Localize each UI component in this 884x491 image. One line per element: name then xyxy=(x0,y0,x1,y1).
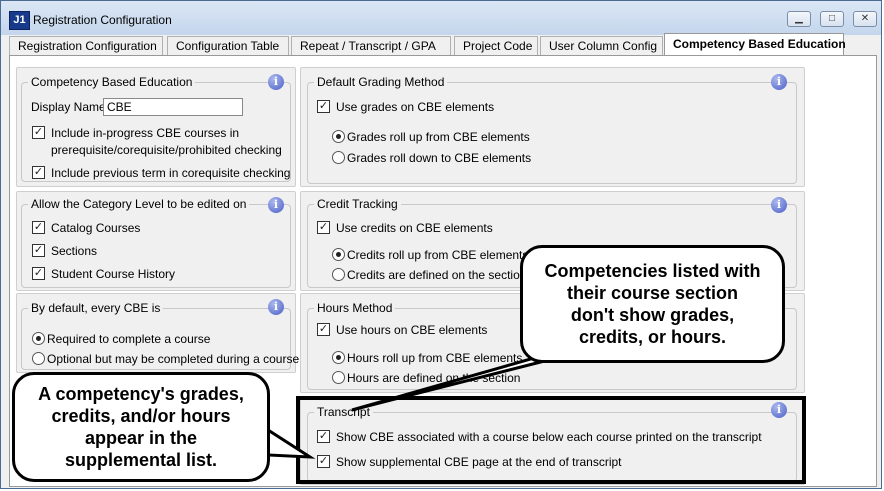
tab-configuration-table[interactable]: Configuration Table xyxy=(167,36,289,55)
grades-roll-down-label: Grades roll down to CBE elements xyxy=(347,151,532,165)
grades-roll-up-label: Grades roll up from CBE elements xyxy=(347,130,530,144)
inprogress-label-line2: prerequisite/corequisite/prohibited chec… xyxy=(51,143,282,157)
sections-checkbox[interactable]: ✓ xyxy=(32,244,45,257)
cbe-info-icon[interactable]: i xyxy=(268,74,284,90)
grading-panel: Default Grading Method i ✓ Use grades on… xyxy=(300,67,805,187)
app-logo-icon: J1 xyxy=(9,11,30,30)
display-name-label: Display Name: xyxy=(31,100,110,114)
use-grades-checkbox[interactable]: ✓ xyxy=(317,100,330,113)
previous-term-label: Include previous term in corequisite che… xyxy=(51,166,291,180)
tab-repeat-transcript-gpa[interactable]: Repeat / Transcript / GPA xyxy=(291,36,451,55)
tab-strip: Registration Configuration Configuration… xyxy=(9,33,879,55)
tab-registration-configuration[interactable]: Registration Configuration xyxy=(9,36,163,55)
minimize-button[interactable]: ▁ xyxy=(787,11,811,27)
optional-label: Optional but may be completed during a c… xyxy=(47,352,300,366)
previous-term-checkbox[interactable]: ✓ xyxy=(32,166,45,179)
use-hours-label: Use hours on CBE elements xyxy=(336,323,488,337)
hours-defined-radio[interactable] xyxy=(332,371,345,384)
default-cbe-panel: By default, every CBE is i Required to c… xyxy=(16,293,300,373)
credit-info-icon[interactable]: i xyxy=(771,197,787,213)
use-grades-label: Use grades on CBE elements xyxy=(336,100,495,114)
grades-roll-up-radio[interactable] xyxy=(332,130,345,143)
sections-label: Sections xyxy=(51,244,98,258)
close-button[interactable]: ✕ xyxy=(853,11,877,27)
category-info-icon[interactable]: i xyxy=(268,197,284,213)
credits-defined-label: Credits are defined on the section xyxy=(347,268,527,282)
hours-roll-up-label: Hours roll up from CBE elements xyxy=(347,351,523,365)
grading-group-title: Default Grading Method xyxy=(314,75,448,89)
credits-roll-up-radio[interactable] xyxy=(332,248,345,261)
grades-roll-down-radio[interactable] xyxy=(332,151,345,164)
credits-defined-radio[interactable] xyxy=(332,268,345,281)
hours-defined-label: Hours are defined on the section xyxy=(347,371,521,385)
tab-competency-based-education[interactable]: Competency Based Education xyxy=(664,33,846,55)
inprogress-checkbox[interactable]: ✓ xyxy=(32,126,45,139)
maximize-button[interactable]: □ xyxy=(820,11,844,27)
inprogress-label-line1: Include in-progress CBE courses in xyxy=(51,126,240,140)
hours-group-title: Hours Method xyxy=(314,301,396,315)
right-callout: Competencies listed with their course se… xyxy=(520,245,785,363)
catalog-courses-label: Catalog Courses xyxy=(51,221,141,235)
category-group-title: Allow the Category Level to be edited on xyxy=(28,197,250,211)
category-panel: Allow the Category Level to be edited on… xyxy=(16,191,296,291)
credits-roll-up-label: Credits roll up from CBE elements xyxy=(347,248,529,262)
student-course-history-checkbox[interactable]: ✓ xyxy=(32,267,45,280)
student-course-history-label: Student Course History xyxy=(51,267,176,281)
use-credits-label: Use credits on CBE elements xyxy=(336,221,493,235)
use-hours-checkbox[interactable]: ✓ xyxy=(317,323,330,336)
use-credits-checkbox[interactable]: ✓ xyxy=(317,221,330,234)
cbe-group-title: Competency Based Education xyxy=(28,75,196,89)
tab-user-column-config[interactable]: User Column Config xyxy=(540,36,663,55)
credit-group-title: Credit Tracking xyxy=(314,197,401,211)
required-radio[interactable] xyxy=(32,332,45,345)
display-name-input[interactable]: CBE xyxy=(103,98,243,116)
tab-project-code[interactable]: Project Code xyxy=(454,36,538,55)
left-callout: A competency's grades, credits, and/or h… xyxy=(12,372,270,482)
default-cbe-group-title: By default, every CBE is xyxy=(28,301,164,315)
transcript-highlight-box xyxy=(296,396,806,484)
default-cbe-info-icon[interactable]: i xyxy=(268,299,284,315)
window-title: Registration Configuration xyxy=(33,13,172,27)
grading-info-icon[interactable]: i xyxy=(771,74,787,90)
required-label: Required to complete a course xyxy=(47,332,211,346)
hours-roll-up-radio[interactable] xyxy=(332,351,345,364)
catalog-courses-checkbox[interactable]: ✓ xyxy=(32,221,45,234)
cbe-panel: Competency Based Education i Display Nam… xyxy=(16,67,296,187)
title-bar: J1 Registration Configuration ▁ □ ✕ xyxy=(1,1,881,35)
optional-radio[interactable] xyxy=(32,352,45,365)
